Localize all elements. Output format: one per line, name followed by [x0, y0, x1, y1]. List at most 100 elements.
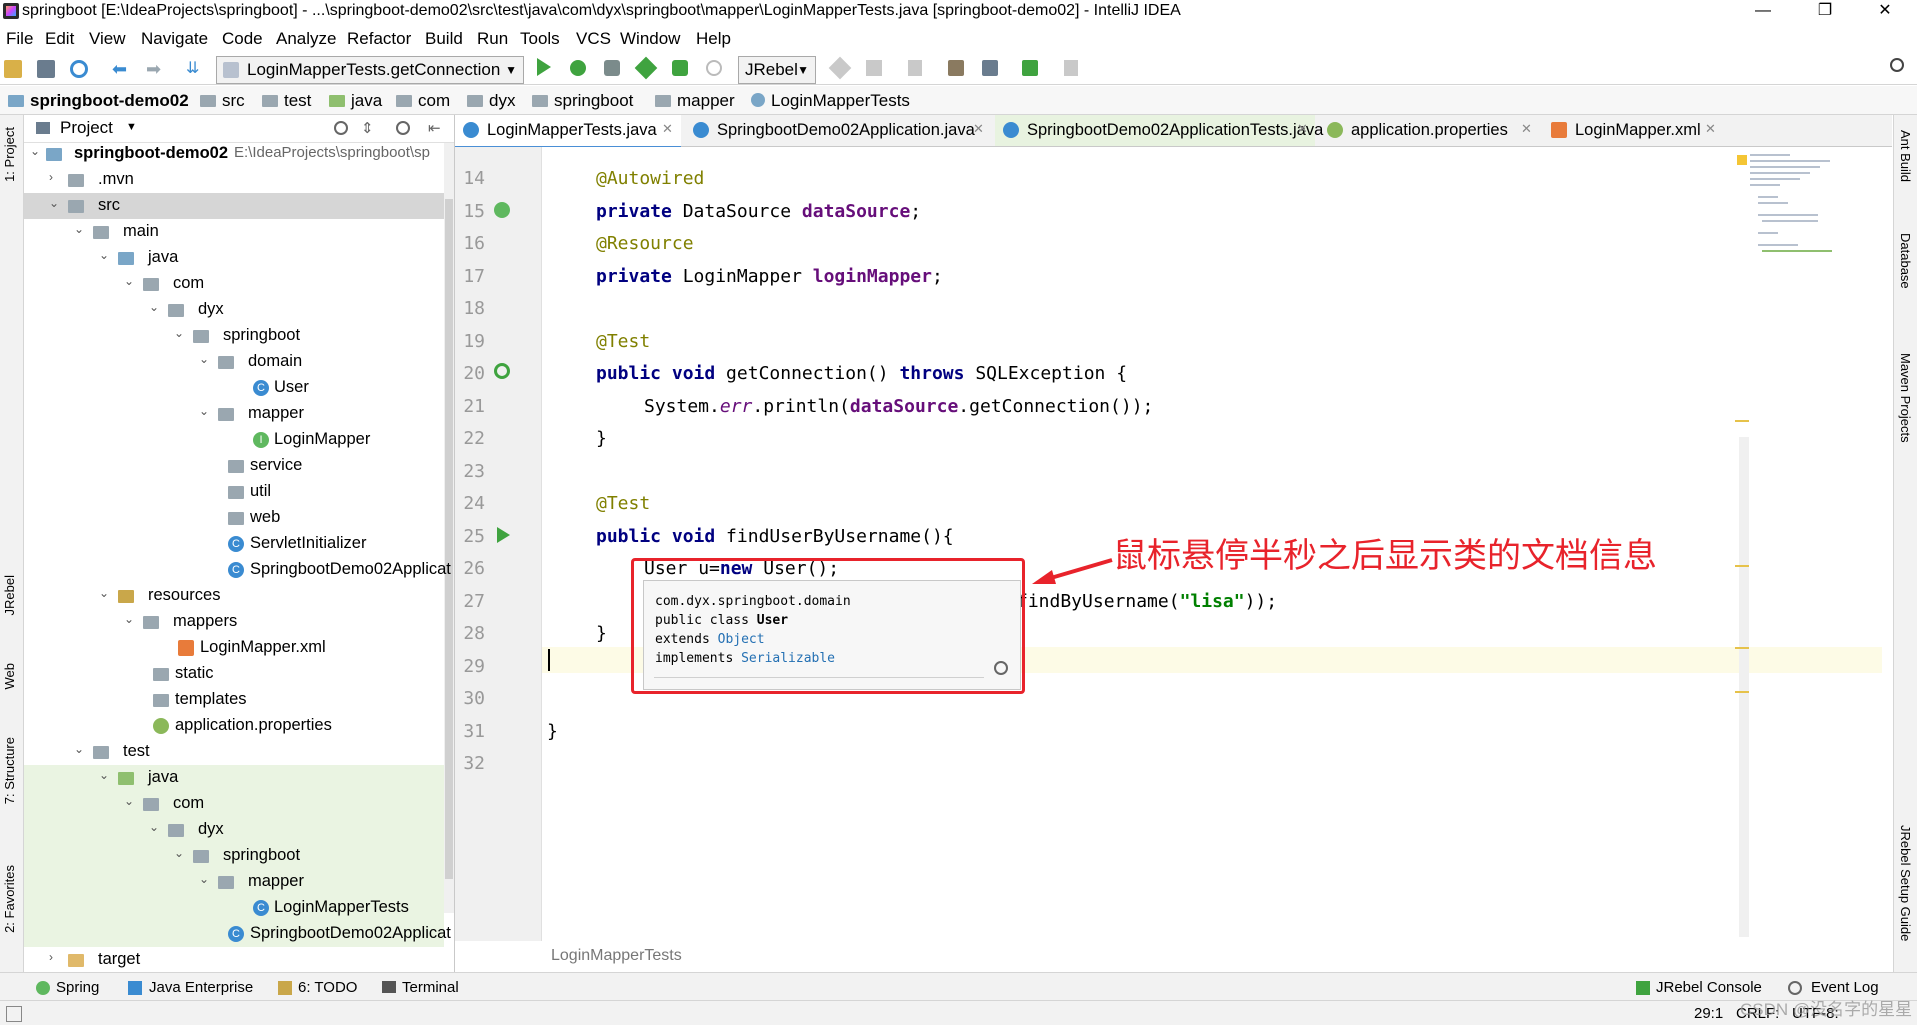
tree-item[interactable]: ⌄ dyx — [24, 817, 444, 843]
tree-item[interactable]: ⌄ com — [24, 791, 444, 817]
run-icon[interactable] — [537, 58, 551, 76]
tree-item[interactable]: templates — [24, 687, 444, 713]
cursor-position[interactable]: 29:1 — [1694, 1005, 1723, 1022]
stop-icon[interactable] — [866, 60, 882, 76]
forward-icon[interactable]: ➡ — [146, 60, 164, 78]
search-icon[interactable] — [1890, 58, 1904, 72]
run-config-select[interactable]: LoginMapperTests.getConnection ▼ — [216, 56, 524, 84]
jrebel-debug-icon[interactable] — [672, 60, 688, 76]
tool-todo[interactable]: 6: TODO — [298, 979, 357, 996]
tree-item[interactable]: I LoginMapper — [24, 427, 444, 453]
breadcrumb-item[interactable]: src — [200, 91, 245, 111]
tool-terminal[interactable]: Terminal — [402, 979, 459, 996]
tree-item[interactable]: › target — [24, 947, 444, 972]
breadcrumb-item[interactable]: com — [396, 91, 450, 111]
tree-item[interactable]: ⌄ springboot — [24, 843, 444, 869]
warning-status-icon[interactable] — [1737, 155, 1747, 165]
tree-item[interactable]: › .mvn — [24, 167, 444, 193]
tree-item[interactable]: C SpringbootDemo02Applicat — [24, 921, 451, 947]
jrebel-select[interactable]: JRebel ▼ — [738, 56, 816, 84]
build-icon[interactable]: ⇊ — [186, 60, 204, 78]
coverage-icon[interactable] — [604, 60, 620, 76]
download-icon[interactable] — [1064, 60, 1078, 76]
close-button[interactable]: ✕ — [1862, 0, 1908, 24]
breadcrumb-item[interactable]: dyx — [467, 91, 515, 111]
menu-view[interactable]: View — [89, 29, 126, 49]
editor-scrollbar[interactable] — [1739, 437, 1749, 937]
breadcrumb-item[interactable]: test — [262, 91, 311, 111]
tool-java-enterprise[interactable]: Java Enterprise — [149, 979, 253, 996]
menu-run[interactable]: Run — [477, 29, 508, 49]
tree-root[interactable]: ⌄ springboot-demo02 E:\IdeaProjects\spri… — [24, 141, 444, 167]
tab-login-mapper-tests[interactable]: LoginMapperTests.java ✕ — [455, 115, 681, 149]
tool-window-database[interactable]: Database — [1898, 233, 1913, 289]
warning-marker[interactable] — [1735, 691, 1749, 693]
warning-marker[interactable] — [1735, 565, 1749, 567]
tool-window-project[interactable]: 1: Project — [2, 127, 17, 182]
tree-item[interactable]: application.properties — [24, 713, 444, 739]
tree-item[interactable]: C LoginMapperTests — [24, 895, 444, 921]
menu-edit[interactable]: Edit — [45, 29, 74, 49]
tree-item[interactable]: C User — [24, 375, 444, 401]
close-icon[interactable]: ✕ — [1705, 121, 1716, 137]
close-icon[interactable]: ✕ — [973, 121, 984, 137]
project-scrollbar[interactable] — [444, 143, 454, 913]
tab-springboot-demo02-application[interactable]: SpringbootDemo02Application.java ✕ — [685, 115, 991, 146]
tree-item[interactable]: static — [24, 661, 444, 687]
save-icon[interactable] — [37, 60, 55, 78]
tab-application-properties[interactable]: application.properties ✕ — [1319, 115, 1539, 146]
tree-item[interactable]: ⌄ java — [24, 765, 444, 791]
object-link[interactable]: Object — [718, 632, 765, 647]
tree-item[interactable]: ⌄ main — [24, 219, 444, 245]
tree-item[interactable]: util — [24, 479, 444, 505]
tree-item[interactable]: ⌄ com — [24, 271, 444, 297]
wrench-icon[interactable] — [948, 60, 964, 76]
menu-help[interactable]: Help — [696, 29, 731, 49]
tree-item[interactable]: ⌄ resources — [24, 583, 444, 609]
maximize-button[interactable]: ❐ — [1802, 0, 1848, 24]
breadcrumb-item[interactable]: mapper — [655, 91, 735, 111]
tree-item[interactable]: ⌄ src — [24, 193, 444, 219]
tree-item[interactable]: ⌄ test — [24, 739, 444, 765]
warning-marker[interactable] — [1735, 420, 1749, 422]
menu-refactor[interactable]: Refactor — [347, 29, 411, 49]
tool-window-jrebel-setup[interactable]: JRebel Setup Guide — [1898, 825, 1913, 941]
jrebel-panel-icon[interactable] — [1022, 60, 1038, 76]
collapse-icon[interactable]: ⇕ — [361, 119, 374, 137]
gear-icon[interactable] — [994, 661, 1008, 675]
tree-item[interactable]: C ServletInitializer — [24, 531, 444, 557]
structure-icon[interactable] — [982, 60, 998, 76]
chevron-down-icon[interactable]: ⌄ — [30, 144, 40, 158]
tree-item[interactable]: ⌄ mapper — [24, 869, 444, 895]
tool-window-ant-build[interactable]: Ant Build — [1898, 130, 1913, 182]
back-icon[interactable]: ⬅ — [112, 60, 130, 78]
file-icon[interactable] — [908, 60, 922, 76]
run-test-icon[interactable] — [494, 363, 510, 379]
run-test-icon[interactable] — [497, 527, 510, 543]
minimize-button[interactable]: — — [1740, 0, 1786, 24]
tree-item[interactable]: ⌄ mappers — [24, 609, 444, 635]
editor-breadcrumb-label[interactable]: LoginMapperTests — [551, 947, 682, 965]
tool-spring[interactable]: Spring — [56, 979, 99, 996]
debug-icon[interactable] — [570, 60, 586, 76]
tool-window-favorites[interactable]: 2: Favorites — [2, 865, 17, 933]
tool-window-jrebel[interactable]: JRebel — [2, 575, 17, 615]
menu-file[interactable]: File — [6, 29, 33, 49]
tree-item[interactable]: ⌄ springboot — [24, 323, 444, 349]
tree-item[interactable]: web — [24, 505, 444, 531]
tree-item[interactable]: LoginMapper.xml — [24, 635, 444, 661]
tab-login-mapper-xml[interactable]: LoginMapper.xml ✕ — [1543, 115, 1723, 146]
menu-navigate[interactable]: Navigate — [141, 29, 208, 49]
tool-window-maven[interactable]: Maven Projects — [1898, 353, 1913, 443]
tool-windows-toggle-icon[interactable] — [6, 1006, 22, 1022]
tab-springboot-demo02-application-tests[interactable]: SpringbootDemo02ApplicationTests.java ✕ — [995, 115, 1323, 146]
hide-icon[interactable]: ⇤ — [428, 119, 441, 137]
project-view-label[interactable]: Project — [60, 118, 113, 138]
sync-icon[interactable] — [70, 60, 88, 78]
tree-item[interactable]: ⌄ java — [24, 245, 444, 271]
code-minimap[interactable] — [1748, 150, 1838, 280]
menu-tools[interactable]: Tools — [520, 29, 560, 49]
close-icon[interactable]: ✕ — [1521, 121, 1532, 137]
close-icon[interactable]: ✕ — [1297, 121, 1308, 137]
menu-analyze[interactable]: Analyze — [276, 29, 336, 49]
